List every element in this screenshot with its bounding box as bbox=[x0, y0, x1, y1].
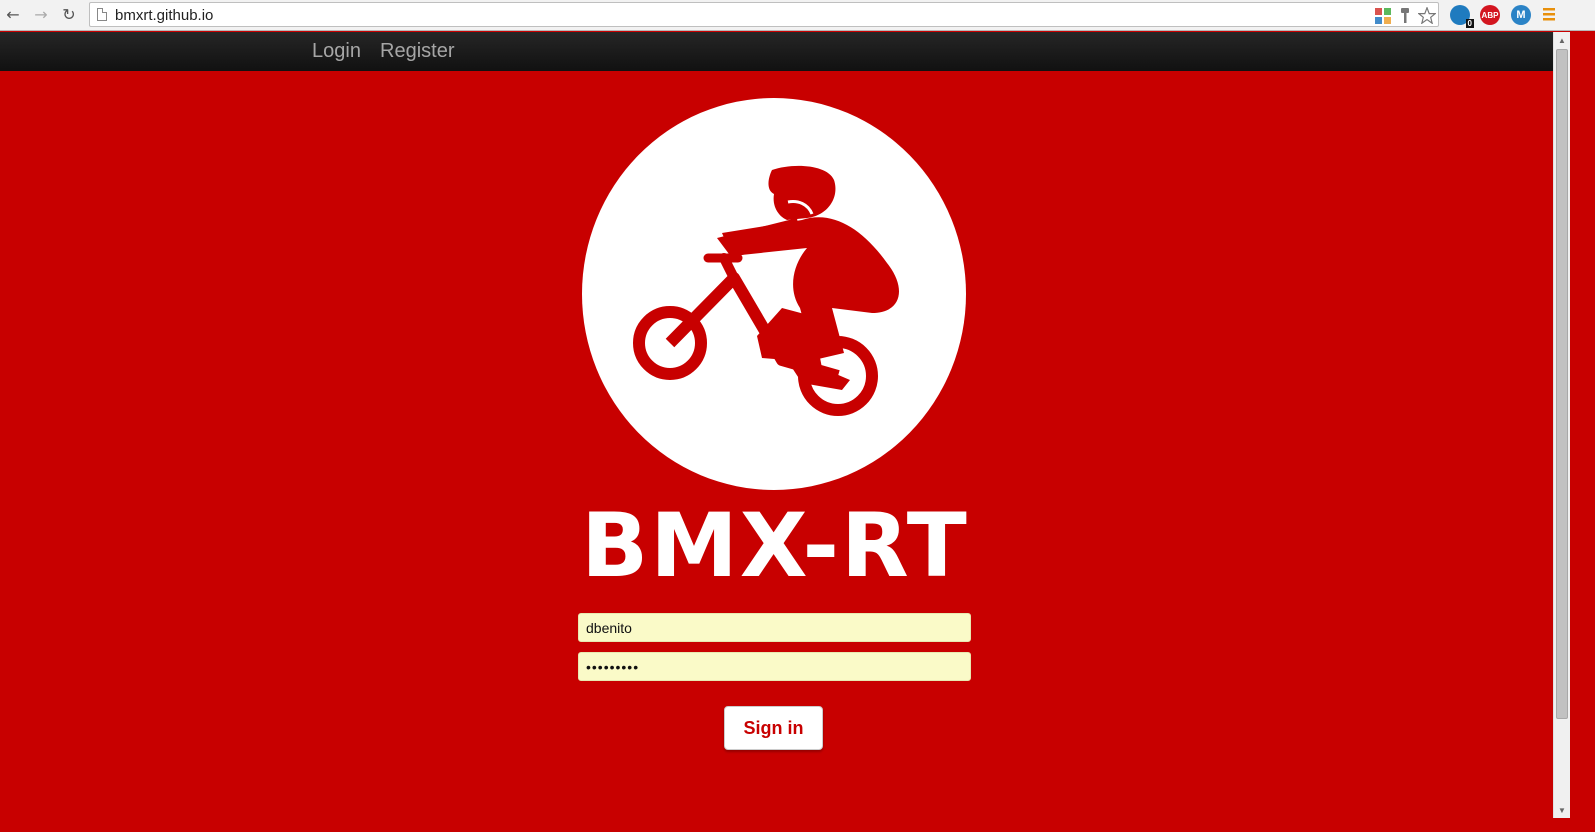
top-navbar: Login Register bbox=[0, 32, 1553, 71]
bmx-rider-logo-icon bbox=[582, 98, 966, 490]
back-button[interactable]: ← bbox=[3, 4, 23, 24]
username-field[interactable] bbox=[578, 613, 971, 642]
password-field[interactable] bbox=[578, 652, 971, 681]
vertical-scrollbar[interactable]: ▲ ▼ bbox=[1553, 32, 1570, 818]
ghostery-icon[interactable]: 0 bbox=[1450, 5, 1474, 28]
nav-login-link[interactable]: Login bbox=[312, 40, 361, 63]
page-bottom-edge bbox=[0, 818, 1595, 832]
scroll-down-arrow-icon[interactable]: ▼ bbox=[1554, 802, 1570, 818]
adblock-plus-icon[interactable]: ABP bbox=[1480, 5, 1500, 25]
extensions-area: 0 ABP M bbox=[1444, 3, 1594, 28]
sign-in-button[interactable]: Sign in bbox=[724, 706, 823, 750]
brand-title: BMX-RT bbox=[581, 494, 969, 597]
scrollbar-thumb[interactable] bbox=[1556, 49, 1568, 719]
reload-button[interactable]: ↻ bbox=[59, 4, 79, 24]
page-edge bbox=[1570, 32, 1595, 832]
key-icon[interactable] bbox=[1396, 7, 1414, 24]
browser-toolbar: ← → ↻ bmxrt.github.io 0 ABP M bbox=[0, 0, 1595, 31]
forward-button[interactable]: → bbox=[31, 4, 51, 24]
chrome-menu-icon[interactable] bbox=[1542, 6, 1560, 24]
extension-grid-icon[interactable] bbox=[1374, 7, 1392, 24]
scroll-up-arrow-icon[interactable]: ▲ bbox=[1554, 32, 1570, 48]
url-text: bmxrt.github.io bbox=[115, 7, 214, 24]
mercury-icon[interactable]: M bbox=[1511, 5, 1531, 25]
nav-register-link[interactable]: Register bbox=[380, 40, 454, 63]
bookmark-star-icon[interactable] bbox=[1418, 7, 1436, 24]
ghostery-count: 0 bbox=[1465, 19, 1474, 28]
address-bar[interactable]: bmxrt.github.io bbox=[89, 2, 1439, 27]
page-icon bbox=[97, 8, 107, 21]
